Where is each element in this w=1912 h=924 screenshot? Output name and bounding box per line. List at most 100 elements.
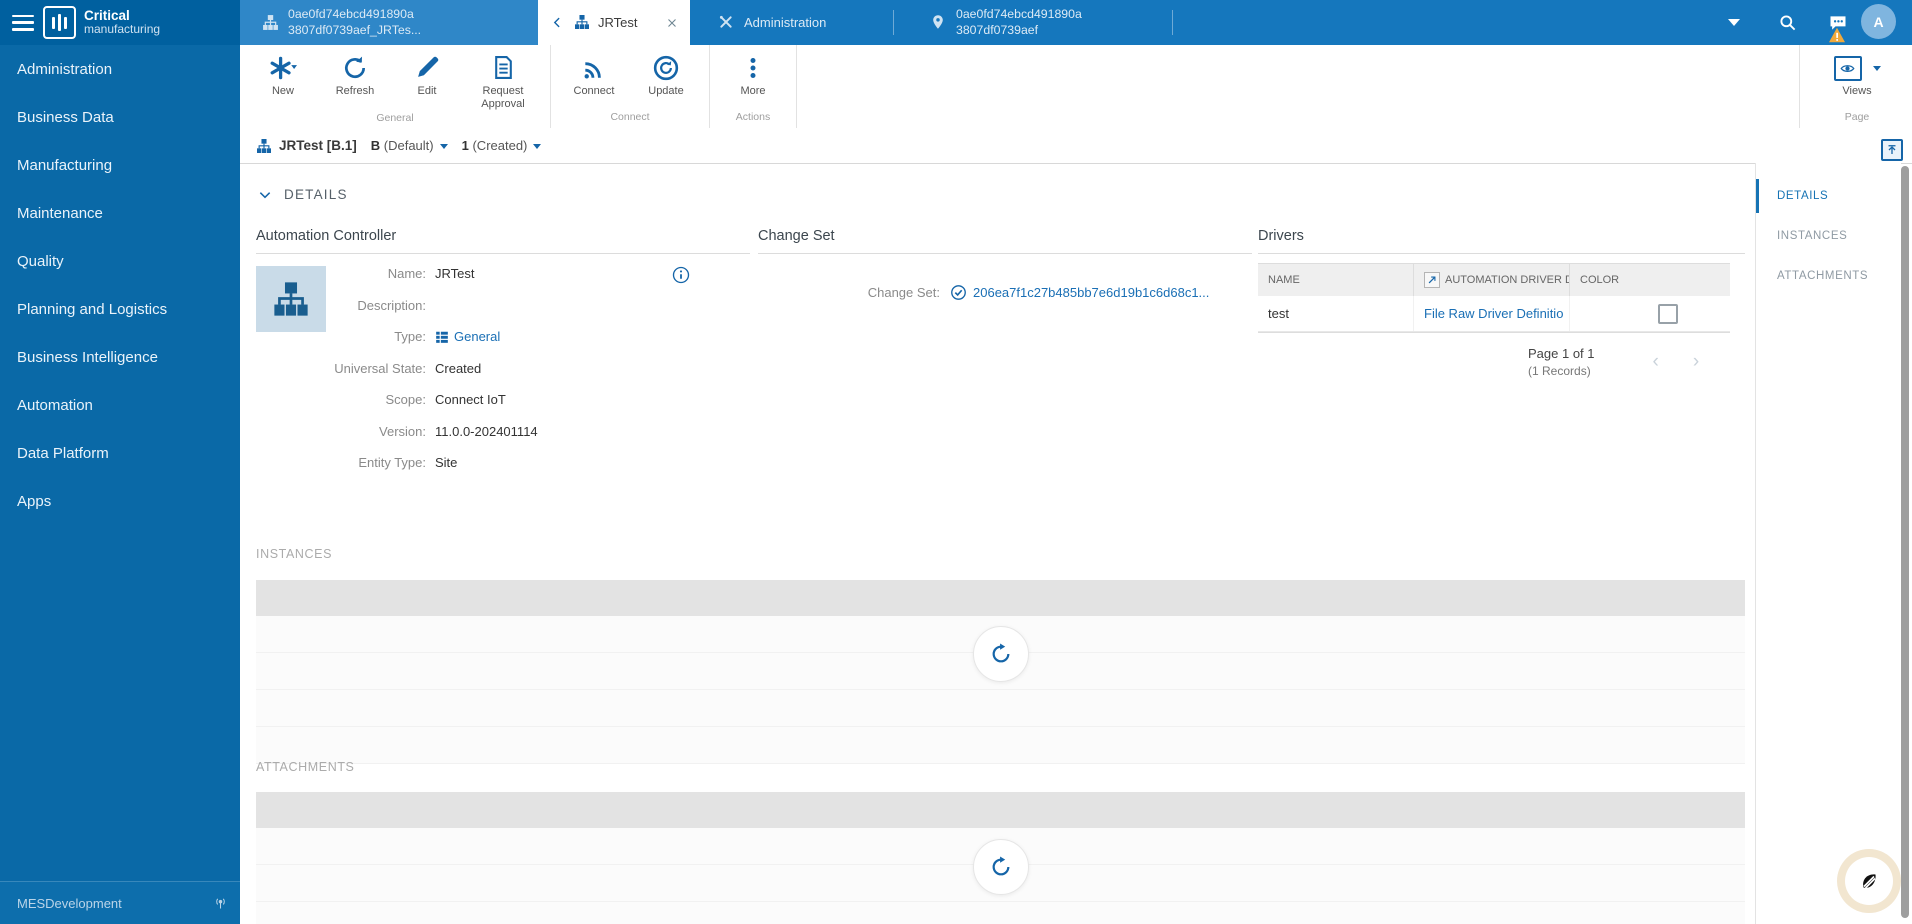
eye-icon	[1833, 56, 1862, 81]
sidebar-item-label: Planning and Logistics	[17, 300, 168, 318]
next-page-icon[interactable]: ›	[1693, 351, 1699, 373]
sidebar-item-data-platform[interactable]: Data Platform	[0, 429, 240, 477]
button-label: Views	[1842, 85, 1872, 97]
group-label-page: Page	[1844, 111, 1870, 123]
tab-label-line1: 0ae0fd74ebcd491890a	[956, 7, 1082, 22]
sidebar-item-manufacturing[interactable]: Manufacturing	[0, 141, 240, 189]
sitemap-icon	[274, 282, 308, 316]
sitemap-icon	[574, 14, 591, 31]
column-label: NAME	[1268, 274, 1300, 286]
records-count: (1 Records)	[1528, 364, 1591, 378]
change-set-link[interactable]: 206ea7f1c27b485bb7e6d19b1c6d68c1...	[950, 284, 1209, 301]
button-label: Edit	[417, 85, 437, 97]
sidebar-item-automation[interactable]: Automation	[0, 381, 240, 429]
previous-page-icon[interactable]: ‹	[1653, 351, 1659, 373]
details-section-header[interactable]: DETAILS	[258, 187, 348, 202]
toolbar-group-actions: More Actions	[710, 45, 797, 128]
field-value: 11.0.0-202401114	[435, 423, 538, 439]
spinner-icon	[992, 643, 1010, 663]
instances-skeleton-header	[256, 580, 1745, 616]
attachments-skeleton-header	[256, 792, 1745, 828]
type-link[interactable]: General	[435, 329, 500, 344]
breadcrumb-revision-selector[interactable]: B (Default)	[371, 138, 448, 153]
version-text: (Created)	[468, 138, 528, 153]
search-icon[interactable]	[1772, 0, 1802, 45]
tab-context-guid[interactable]: 0ae0fd74ebcd491890a 3807df0739aef	[894, 0, 1172, 45]
refresh-button[interactable]: Refresh	[322, 52, 388, 100]
revision-letter: B	[370, 138, 381, 153]
sidebar-item-business-data[interactable]: Business Data	[0, 93, 240, 141]
info-icon[interactable]	[672, 266, 690, 284]
button-label: More	[740, 85, 766, 97]
cell-driver: File Raw Driver Definitio	[1414, 296, 1570, 331]
field-value: JRTest	[435, 266, 475, 282]
table-header-row: NAME AUTOMATION DRIVER DE COLOR	[1258, 264, 1730, 296]
panel-title: Change Set	[758, 228, 1252, 254]
tab-jrtest-active[interactable]: JRTest	[538, 0, 690, 45]
page-indicator: Page 1 of 1	[1528, 346, 1595, 361]
avatar[interactable]: A	[1861, 4, 1896, 39]
table-pagination: Page 1 of 1 (1 Records) ‹ ›	[1258, 346, 1745, 378]
tab-label: Administration	[744, 15, 827, 30]
sidebar-item-quality[interactable]: Quality	[0, 237, 240, 285]
color-checkbox[interactable]	[1658, 303, 1678, 324]
field-version: Version: 11.0.0-202401114	[326, 416, 686, 448]
driver-link[interactable]: File Raw Driver Definitio	[1424, 306, 1563, 321]
tab-entity-guid[interactable]: 0ae0fd74ebcd491890a 3807df0739aef_JRTes..…	[240, 0, 538, 45]
more-button[interactable]: More	[720, 52, 786, 100]
field-entity-type: Entity Type: Site	[326, 447, 686, 479]
broadcast-icon	[581, 54, 608, 81]
sidebar-item-apps[interactable]: Apps	[0, 477, 240, 525]
change-set-label: Change Set:	[867, 285, 940, 300]
group-label-actions: Actions	[735, 111, 771, 123]
refresh-icon	[342, 54, 369, 81]
sidebar-item-administration[interactable]: Administration	[0, 45, 240, 93]
feather-icon	[1863, 874, 1876, 889]
button-label: Request Approval	[481, 85, 525, 110]
chevron-down-icon	[259, 191, 271, 198]
wrench-icon	[718, 14, 735, 31]
hamburger-menu-icon[interactable]	[12, 14, 34, 31]
tab-administration[interactable]: Administration	[690, 0, 893, 45]
nav-item-details[interactable]: DETAILS	[1756, 176, 1901, 216]
sidebar-item-planning-and-logistics[interactable]: Planning and Logistics	[0, 285, 240, 333]
column-header-automation-driver[interactable]: AUTOMATION DRIVER DE	[1414, 264, 1570, 296]
sidebar-item-maintenance[interactable]: Maintenance	[0, 189, 240, 237]
sidebar-item-business-intelligence[interactable]: Business Intelligence	[0, 333, 240, 381]
breadcrumb: JRTest [B.1] B (Default) 1 (Created)	[240, 128, 1912, 164]
table-row[interactable]: test File Raw Driver Definitio	[1258, 296, 1730, 332]
column-label: COLOR	[1580, 274, 1620, 286]
revision-text: (Default)	[380, 138, 434, 153]
back-chevron-icon[interactable]	[551, 16, 564, 29]
automation-controller-fields: Name: JRTest Description: Type: General …	[326, 258, 686, 479]
collapse-panel-icon[interactable]	[1881, 139, 1903, 161]
nav-item-attachments[interactable]: ATTACHMENTS	[1756, 256, 1901, 296]
field-value: Connect IoT	[435, 392, 506, 408]
link-arrow-icon	[1424, 272, 1440, 288]
brand-subtitle: manufacturing	[84, 22, 161, 37]
views-button[interactable]: Views	[1824, 54, 1890, 100]
sidebar: Administration Business Data Manufacturi…	[0, 45, 240, 924]
cell-name: test	[1258, 296, 1414, 331]
sidebar-footer[interactable]: MESDevelopment	[0, 881, 240, 924]
update-button[interactable]: Update	[633, 52, 699, 100]
edit-button[interactable]: Edit	[394, 52, 460, 100]
new-button[interactable]: New	[250, 52, 316, 100]
breadcrumb-entity-name: JRTest [B.1]	[279, 138, 357, 153]
critical-manufacturing-logo	[43, 6, 76, 39]
close-icon[interactable]	[666, 17, 678, 29]
request-approval-button[interactable]: Request Approval	[466, 52, 540, 112]
tab-label: JRTest	[598, 15, 638, 30]
column-header-color[interactable]: COLOR	[1570, 264, 1730, 296]
connect-button[interactable]: Connect	[561, 52, 627, 100]
sitemap-icon	[256, 138, 272, 154]
chevron-down-icon[interactable]	[1722, 0, 1746, 45]
group-label-general: General	[376, 112, 414, 125]
breadcrumb-version-selector[interactable]: 1 (Created)	[462, 138, 542, 153]
assistant-fab[interactable]	[1845, 857, 1893, 905]
chevron-down-icon	[1872, 66, 1881, 71]
vertical-scrollbar[interactable]	[1901, 166, 1909, 918]
environment-label: MESDevelopment	[17, 895, 122, 911]
nav-item-instances[interactable]: INSTANCES	[1756, 216, 1901, 256]
column-header-name[interactable]: NAME	[1258, 264, 1414, 296]
